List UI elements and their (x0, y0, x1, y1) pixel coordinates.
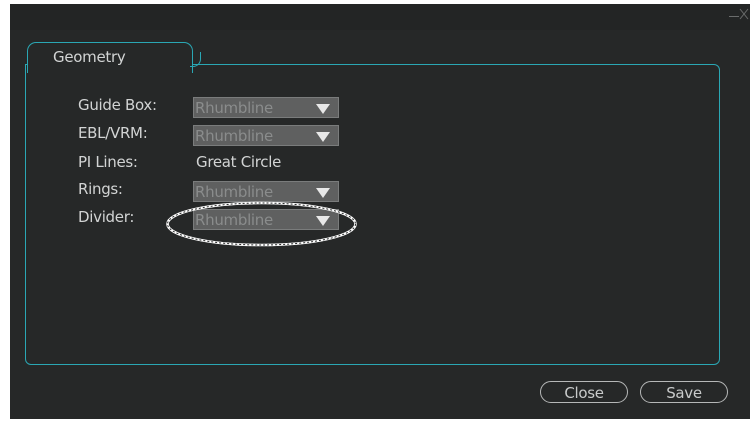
title-bar (10, 4, 750, 30)
chevron-down-icon (316, 132, 330, 142)
save-button[interactable]: Save (640, 381, 728, 403)
rings-label: Rings: (78, 180, 123, 198)
ebl-vrm-select[interactable]: Rhumbline (193, 125, 339, 146)
pi-lines-label: PI Lines: (78, 153, 138, 171)
chevron-down-icon (316, 104, 330, 114)
guide-box-value: Rhumbline (195, 99, 273, 117)
pi-lines-value: Great Circle (196, 153, 282, 171)
close-icon[interactable] (739, 7, 749, 21)
tab-geometry-label: Geometry (53, 48, 126, 66)
divider-label: Divider: (78, 208, 135, 226)
ebl-vrm-label: EBL/VRM: (78, 124, 148, 142)
highlight-ellipse (166, 201, 357, 247)
ebl-vrm-value: Rhumbline (195, 127, 273, 145)
close-button[interactable]: Close (540, 381, 628, 403)
guide-box-select[interactable]: Rhumbline (193, 97, 339, 118)
chevron-down-icon (316, 188, 330, 198)
guide-box-label: Guide Box: (78, 96, 157, 114)
minimize-icon[interactable] (729, 16, 739, 17)
